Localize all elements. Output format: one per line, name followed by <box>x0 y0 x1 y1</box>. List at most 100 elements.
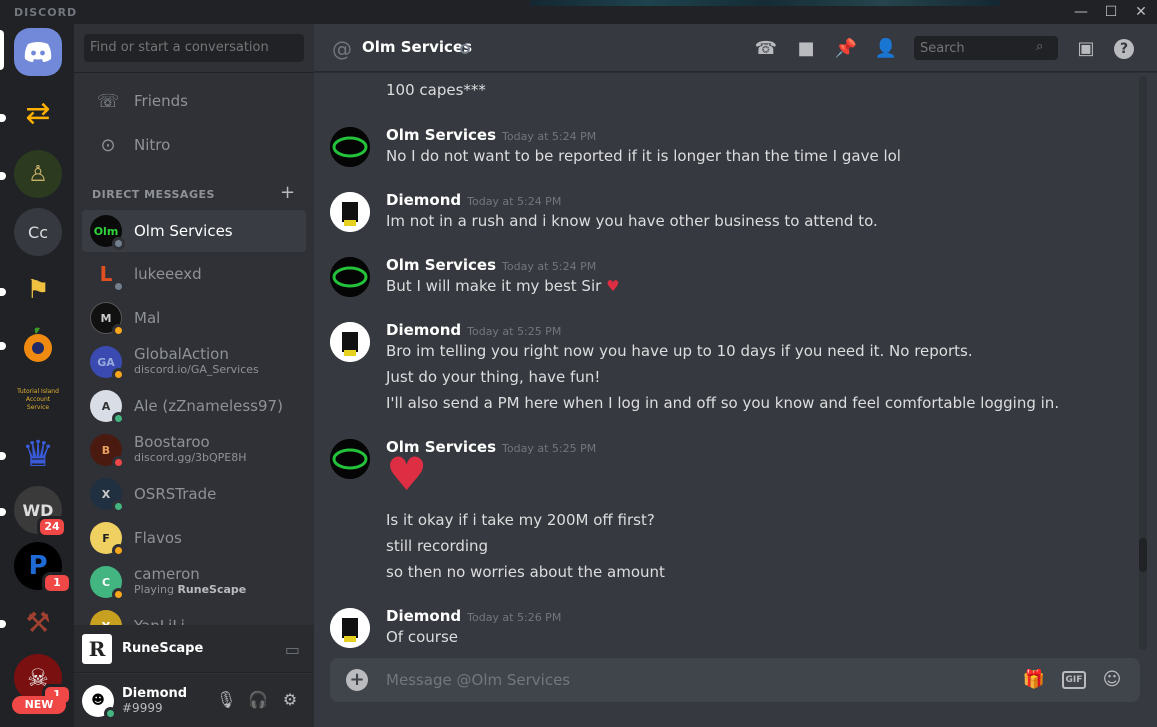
dm-item-flavos[interactable]: F Flavos <box>82 517 306 559</box>
status-indicator <box>112 588 125 601</box>
author-avatar[interactable] <box>330 439 370 479</box>
avatar: M <box>90 302 125 337</box>
author-avatar[interactable] <box>330 322 370 362</box>
message-text: Bro im telling you right now you have up… <box>386 342 973 360</box>
dm-item-mal[interactable]: M Mal <box>82 297 306 339</box>
maximize-button[interactable]: ☐ <box>1100 3 1122 21</box>
unread-indicator <box>0 172 6 180</box>
user-avatar[interactable]: ☻ <box>82 684 117 720</box>
headphones-icon[interactable]: 🎧 <box>248 690 268 710</box>
author-name[interactable]: Diemond <box>386 321 461 339</box>
dm-item-cameron[interactable]: C cameron Playing RuneScape <box>82 561 306 603</box>
server-tutorial-island-label: Tutorial Island Account Service <box>17 388 59 411</box>
message-text: No I do not want to be reported if it is… <box>386 147 901 165</box>
now-playing-label: RuneScape <box>122 641 204 656</box>
dm-item-globalaction[interactable]: GA GlobalAction discord.io/GA_Services <box>82 341 306 383</box>
server-quest[interactable]: ⚑ <box>14 266 62 314</box>
microphone-icon[interactable]: 🎙 <box>216 690 236 710</box>
avatar: GA <box>90 346 125 381</box>
server-swap[interactable]: ⇄ <box>14 90 62 138</box>
help-icon[interactable]: ? <box>1114 39 1134 59</box>
minimize-button[interactable]: — <box>1070 3 1092 21</box>
avatar: F <box>90 522 125 557</box>
timestamp: Today at 5:24 PM <box>502 260 597 273</box>
dm-item-lukeeexd[interactable]: L lukeeexd <box>82 253 306 295</box>
author-avatar[interactable] <box>330 127 370 167</box>
timestamp: Today at 5:25 PM <box>502 442 597 455</box>
inbox-icon[interactable]: ▣ <box>1074 37 1098 61</box>
go-live-icon[interactable]: ▭ <box>285 640 300 659</box>
arrows-icon: ⇄ <box>25 96 51 131</box>
message-scrollbar[interactable] <box>1139 76 1147 650</box>
message-input[interactable] <box>386 658 986 702</box>
quest-icon: ⚑ <box>26 275 50 305</box>
server-axe[interactable]: ⚒ <box>14 598 62 646</box>
discord-app: DISCORD — ☐ ✕ ⇄ ♙ Cc ⚑ Tutorial Island A… <box>0 0 1157 727</box>
scroll-thumb[interactable] <box>1139 538 1147 572</box>
pin-icon[interactable]: 📌 <box>834 37 858 61</box>
dm-item-ale[interactable]: A Ale (zZnameless97) <box>82 385 306 427</box>
author-name[interactable]: Diemond <box>386 191 461 209</box>
message-composer: + 🎁 GIF ☺ <box>330 658 1140 702</box>
new-unreads-pill[interactable]: NEW <box>12 696 66 714</box>
dm-name: Flavos <box>134 529 182 547</box>
mention-badge: 1 <box>42 572 72 594</box>
server-crown[interactable]: ♛ <box>14 430 62 478</box>
message-text: Im not in a rush and i know you have oth… <box>386 212 878 230</box>
dm-name: OSRSTrade <box>134 485 217 503</box>
large-heart-emoji: ♥ <box>386 447 428 501</box>
avatar: Olm <box>90 215 125 250</box>
avatar: X <box>90 478 125 513</box>
voice-call-icon[interactable]: ☎ <box>754 37 778 61</box>
message-text: Just do your thing, have fun! <box>386 368 601 386</box>
message-text: I'll also send a PM here when I log in a… <box>386 394 1060 412</box>
mention-badge: 24 <box>37 516 67 538</box>
close-button[interactable]: ✕ <box>1130 3 1152 21</box>
find-conversation-input[interactable] <box>84 34 304 62</box>
home-button[interactable] <box>14 28 62 76</box>
dm-custom-status: discord.io/GA_Services <box>134 363 259 376</box>
friends-nav-item[interactable]: ☏ Friends <box>82 80 306 122</box>
author-name[interactable]: Olm Services <box>386 256 496 274</box>
dm-sidebar: ☏ Friends ⊙ Nitro DIRECT MESSAGES + Olm … <box>74 24 314 727</box>
user-panel: ☻ Diemond #9999 🎙 🎧 ⚙ <box>74 674 314 727</box>
status-indicator <box>112 368 125 381</box>
chat-header: @ Olm Services ☎ ■ 📌 👤 ⌕ ▣ ? <box>314 24 1157 72</box>
dm-item-olm-services[interactable]: Olm Olm Services <box>82 210 306 252</box>
nitro-nav-item[interactable]: ⊙ Nitro <box>82 124 306 166</box>
user-tag: #9999 <box>122 701 163 715</box>
dm-custom-status: discord.gg/3bQPE8H <box>134 451 247 464</box>
author-avatar[interactable] <box>330 608 370 648</box>
author-name[interactable]: Olm Services <box>386 126 496 144</box>
status-indicator <box>104 706 117 720</box>
server-character[interactable]: ♙ <box>14 150 62 198</box>
dm-item-osrstrade[interactable]: X OSRSTrade <box>82 473 306 515</box>
dm-item-boostaroo[interactable]: B Boostaroo discord.gg/3bQPE8H <box>82 429 306 471</box>
runescape-logo: R <box>82 633 112 664</box>
gif-button[interactable]: GIF <box>1062 671 1086 689</box>
emoji-picker-icon[interactable]: ☺ <box>1100 668 1124 692</box>
avatar: A <box>90 390 125 425</box>
video-call-icon[interactable]: ■ <box>794 37 818 61</box>
create-dm-button[interactable]: + <box>280 182 295 203</box>
unread-indicator <box>0 620 6 628</box>
status-indicator <box>460 44 470 54</box>
server-cc[interactable]: Cc <box>14 208 62 256</box>
server-orange[interactable] <box>14 320 62 368</box>
gear-icon[interactable]: ⚙ <box>280 690 300 710</box>
search-icon: ⌕ <box>1036 39 1044 54</box>
author-avatar[interactable] <box>330 192 370 232</box>
server-tutorial-island[interactable]: Tutorial Island Account Service <box>14 376 62 424</box>
upload-button[interactable]: + <box>346 669 368 691</box>
character-icon: ♙ <box>28 161 48 187</box>
selected-indicator <box>0 30 4 70</box>
unread-indicator <box>0 288 6 296</box>
dm-name: cameron <box>134 565 200 583</box>
gift-icon[interactable]: 🎁 <box>1022 668 1046 692</box>
author-avatar[interactable] <box>330 257 370 297</box>
dm-name: Boostaroo <box>134 433 210 451</box>
add-friend-icon[interactable]: 👤 <box>874 37 898 61</box>
dm-name: lukeeexd <box>134 265 202 283</box>
titlebar: DISCORD — ☐ ✕ <box>0 0 1157 24</box>
author-name[interactable]: Diemond <box>386 607 461 625</box>
